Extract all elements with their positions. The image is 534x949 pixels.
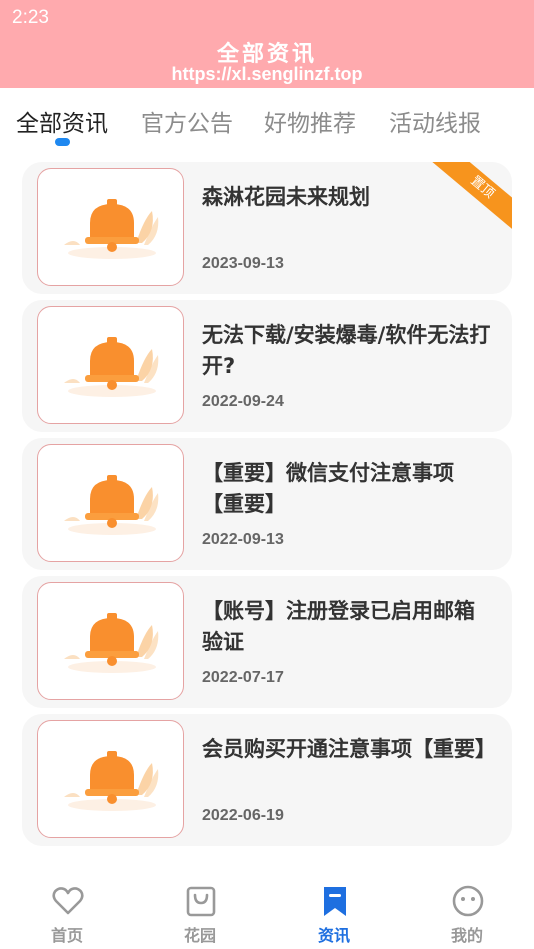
- bell-icon: [64, 613, 159, 673]
- nav-home-label: 首页: [50, 926, 83, 945]
- article-title: 会员购买开通注意事项【重要】: [202, 737, 496, 761]
- face-icon: [452, 885, 484, 917]
- active-tab-indicator: [55, 138, 70, 146]
- article-date: 2022-09-13: [202, 531, 284, 548]
- bell-icon: [64, 751, 159, 811]
- article-date: 2022-07-17: [202, 669, 284, 686]
- article-title: 无法下载/安装爆毒/软件无法打开?: [202, 323, 491, 378]
- status-time: 2:23: [12, 7, 49, 28]
- article-thumbnail: [37, 582, 184, 700]
- top-header: 2:23 全部资讯 https://xl.senglinzf.top: [0, 0, 534, 88]
- nav-profile[interactable]: 我的: [422, 880, 512, 946]
- category-tabs: 全部资讯 官方公告 好物推荐 活动线报: [0, 88, 534, 154]
- article-thumbnail: [37, 720, 184, 838]
- nav-home[interactable]: 首页: [22, 880, 112, 946]
- bell-icon: [64, 199, 159, 259]
- article-card[interactable]: 【账号】注册登录已启用邮箱验证 2022-07-17: [22, 576, 512, 708]
- article-date: 2023-09-13: [202, 255, 284, 272]
- tab-all-news[interactable]: 全部资讯: [16, 104, 108, 138]
- tab-recommendations[interactable]: 好物推荐: [264, 104, 356, 138]
- nav-profile-label: 我的: [450, 926, 483, 945]
- article-date: 2022-09-24: [202, 393, 284, 410]
- article-thumbnail: [37, 306, 184, 424]
- article-card[interactable]: 【重要】微信支付注意事项【重要】 2022-09-13: [22, 438, 512, 570]
- nav-garden[interactable]: 花园: [155, 880, 245, 946]
- article-title: 森淋花园未来规划: [202, 185, 370, 209]
- nav-news[interactable]: 资讯: [289, 880, 379, 946]
- bell-icon: [64, 475, 159, 535]
- article-thumbnail: [37, 444, 184, 562]
- article-card[interactable]: 会员购买开通注意事项【重要】 2022-06-19: [22, 714, 512, 846]
- article-title: 【重要】微信支付注意事项【重要】: [202, 461, 454, 516]
- tab-announcements[interactable]: 官方公告: [141, 104, 233, 138]
- bell-icon: [64, 337, 159, 397]
- tab-events[interactable]: 活动线报: [389, 104, 481, 138]
- bottom-nav: 首页 花园 资讯 我的: [0, 872, 534, 949]
- article-card[interactable]: 无法下载/安装爆毒/软件无法打开? 2022-09-24: [22, 300, 512, 432]
- nav-news-label: 资讯: [317, 926, 350, 945]
- bookmark-icon: [324, 887, 346, 916]
- bag-icon: [186, 886, 216, 917]
- site-url: https://xl.senglinzf.top: [171, 64, 363, 84]
- heart-icon: [52, 887, 84, 915]
- article-title: 【账号】注册登录已启用邮箱验证: [202, 599, 475, 654]
- article-date: 2022-06-19: [202, 807, 284, 824]
- article-card[interactable]: 森淋花园未来规划 2023-09-13 置顶: [22, 162, 512, 294]
- nav-garden-label: 花园: [183, 926, 216, 945]
- article-thumbnail: [37, 168, 184, 286]
- article-list: 森淋花园未来规划 2023-09-13 置顶 无法下载/安装爆毒/软件无法打开?…: [22, 162, 512, 852]
